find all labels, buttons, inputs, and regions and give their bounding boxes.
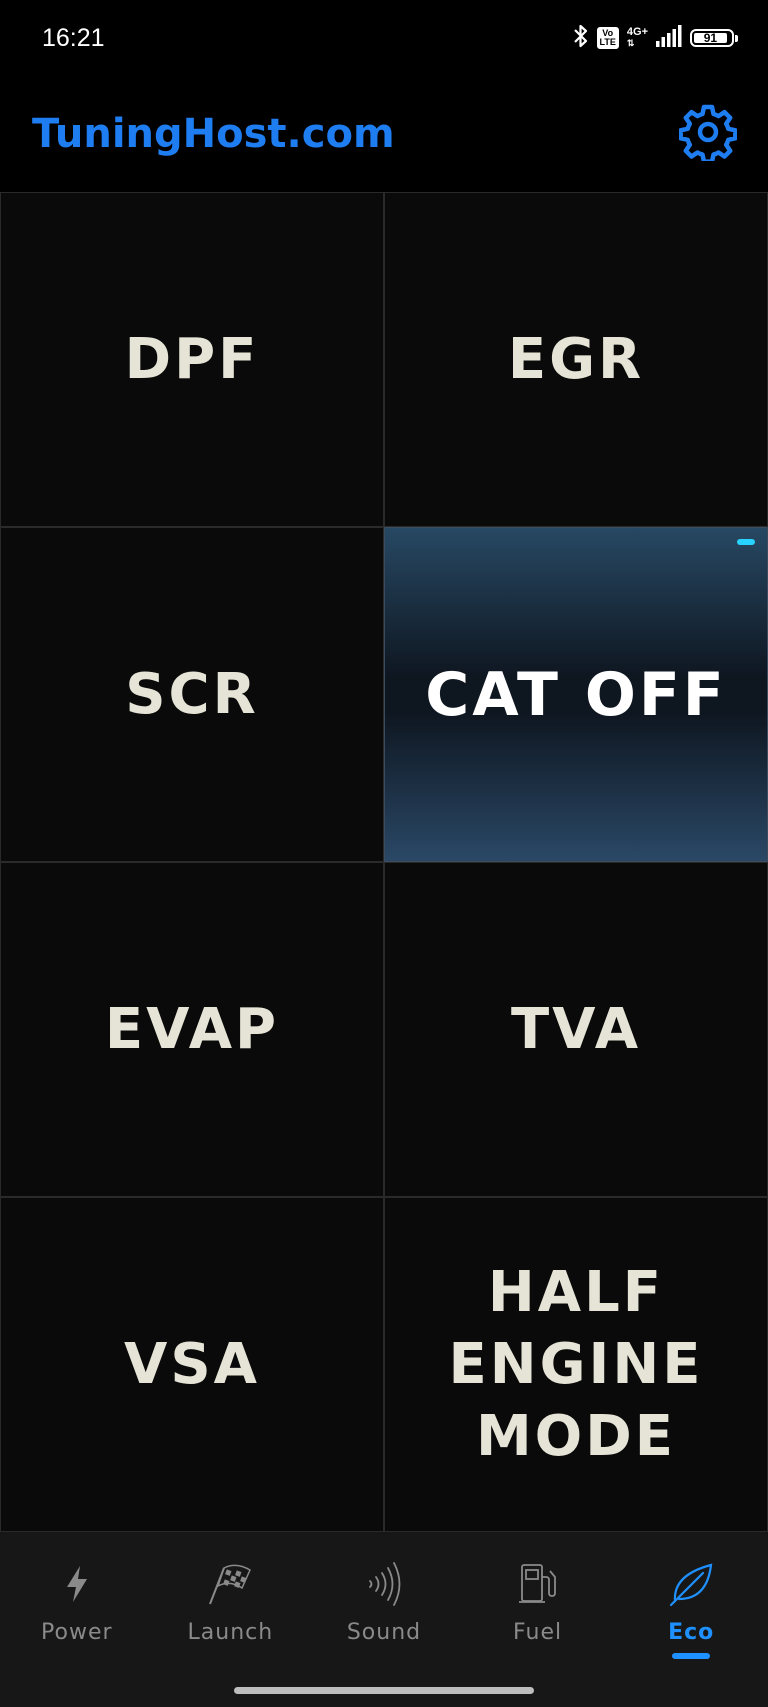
gear-icon bbox=[678, 103, 738, 165]
tile-tva[interactable]: TVA bbox=[384, 862, 768, 1197]
tile-label: TVA bbox=[510, 996, 642, 1062]
nav-item-launch[interactable]: Launch bbox=[154, 1560, 308, 1707]
nav-label: Eco bbox=[668, 1620, 715, 1645]
battery-icon: 91 bbox=[690, 29, 738, 47]
feature-grid: DPF EGR SCR CAT OFF EVAP TVA VSA HALF EN… bbox=[0, 192, 768, 1532]
app-header: TuningHost.com bbox=[0, 76, 768, 192]
tile-half-engine-mode[interactable]: HALF ENGINE MODE bbox=[384, 1197, 768, 1532]
bottom-nav: Power Launch Sound Fuel Eco bbox=[0, 1532, 768, 1707]
tile-cat-off[interactable]: CAT OFF bbox=[384, 527, 768, 862]
app-title: TuningHost.com bbox=[32, 111, 395, 157]
nav-label: Launch bbox=[187, 1620, 274, 1645]
tile-evap[interactable]: EVAP bbox=[0, 862, 384, 1197]
active-indicator bbox=[737, 539, 755, 545]
nav-item-eco[interactable]: Eco bbox=[614, 1560, 768, 1707]
bluetooth-icon bbox=[573, 23, 589, 53]
tile-dpf[interactable]: DPF bbox=[0, 192, 384, 527]
nav-label: Power bbox=[41, 1620, 113, 1645]
status-bar: 16:21 Vo LTE 4G+ ⇅ 91 bbox=[0, 0, 768, 76]
tile-label: CAT OFF bbox=[425, 659, 727, 730]
tile-label: EVAP bbox=[104, 996, 280, 1062]
settings-button[interactable] bbox=[676, 102, 740, 166]
nav-item-fuel[interactable]: Fuel bbox=[461, 1560, 615, 1707]
status-icons: Vo LTE 4G+ ⇅ 91 bbox=[573, 23, 738, 53]
fuel-pump-icon bbox=[514, 1560, 562, 1608]
tile-scr[interactable]: SCR bbox=[0, 527, 384, 862]
tile-label: SCR bbox=[125, 661, 259, 727]
status-time: 16:21 bbox=[42, 23, 105, 52]
sound-waves-icon bbox=[360, 1560, 408, 1608]
volte-badge: Vo LTE bbox=[596, 27, 619, 49]
battery-level: 91 bbox=[703, 31, 718, 45]
nav-label: Fuel bbox=[513, 1620, 563, 1645]
home-indicator[interactable] bbox=[234, 1687, 534, 1694]
nav-item-power[interactable]: Power bbox=[0, 1560, 154, 1707]
nav-item-sound[interactable]: Sound bbox=[307, 1560, 461, 1707]
tile-label: VSA bbox=[123, 1331, 260, 1397]
network-type-label: 4G+ bbox=[626, 26, 648, 38]
battery-fill: 91 bbox=[694, 31, 727, 45]
data-arrows-icon: ⇅ bbox=[626, 38, 635, 48]
checkered-flag-icon bbox=[206, 1560, 254, 1608]
signal-strength-icon bbox=[656, 25, 682, 51]
tile-label: EGR bbox=[507, 326, 645, 392]
tile-label: DPF bbox=[124, 326, 260, 392]
nav-label: Sound bbox=[346, 1620, 422, 1645]
tile-egr[interactable]: EGR bbox=[384, 192, 768, 527]
active-tab-indicator bbox=[672, 1653, 711, 1659]
network-type: 4G+ ⇅ bbox=[627, 27, 648, 49]
lightning-icon bbox=[53, 1560, 101, 1608]
tile-vsa[interactable]: VSA bbox=[0, 1197, 384, 1532]
tile-label: HALF ENGINE MODE bbox=[448, 1259, 704, 1469]
leaf-icon bbox=[667, 1560, 715, 1608]
